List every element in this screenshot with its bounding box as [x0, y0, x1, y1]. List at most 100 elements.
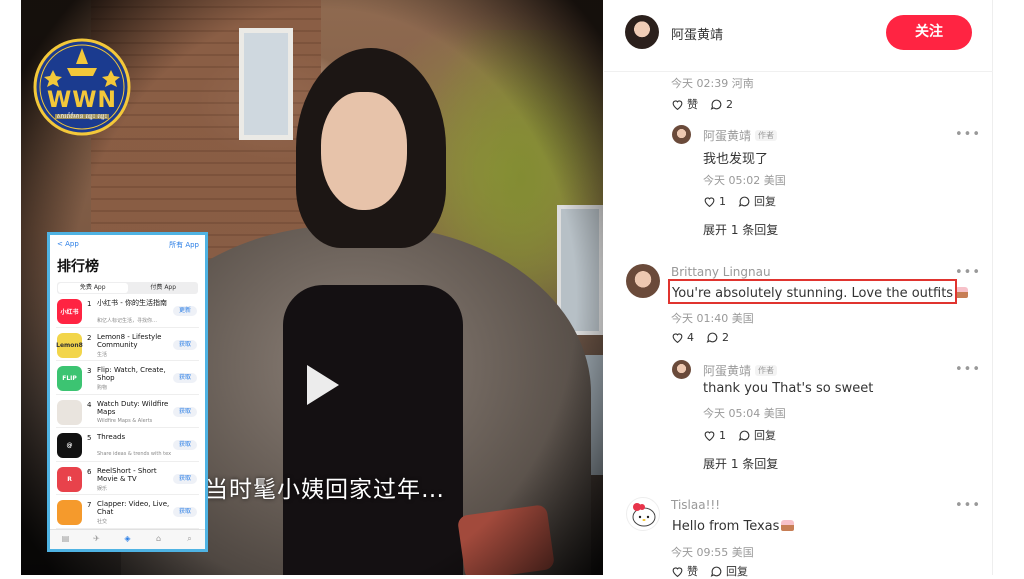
comment-meta: 今天 05:02 美国: [703, 174, 786, 187]
commenter-avatar[interactable]: [672, 125, 691, 144]
app-icon[interactable]: 小红书: [57, 299, 82, 324]
app-name: 小红书 - 你的生活指南: [97, 299, 167, 307]
app-list-row[interactable]: @5 Threads Share ideas & trends with text 获…: [56, 428, 199, 462]
app-list-row[interactable]: 4 Watch Duty: Wildfire Maps Wildfire Maps …: [56, 395, 199, 428]
like-button[interactable]: 1: [703, 427, 726, 443]
app-icon[interactable]: [57, 500, 82, 525]
today-tab-icon[interactable]: ▤: [50, 530, 81, 549]
play-button[interactable]: [289, 355, 349, 415]
app-list-row[interactable]: 7 Clapper: Video, Live, Chat 社交 获取: [56, 495, 199, 529]
commenter-avatar[interactable]: [672, 360, 691, 379]
cake-emoji-icon: [955, 287, 969, 298]
author-avatar[interactable]: [625, 15, 659, 49]
segment-free[interactable]: 免费 App: [58, 283, 128, 293]
author-name[interactable]: 阿蛋黄靖: [671, 24, 723, 43]
comment-text-content: Hello from Texas: [672, 519, 780, 534]
app-icon[interactable]: @: [57, 433, 82, 458]
like-button[interactable]: 1: [703, 193, 726, 209]
app-get-button[interactable]: 获取: [173, 507, 197, 517]
like-button[interactable]: 赞: [671, 96, 698, 112]
app-subtitle: 娱乐: [97, 485, 108, 492]
app-list-row[interactable]: 小红书 1 小红书 - 你的生活指南 和亿人标记生活，寻找你… 更新: [56, 294, 199, 328]
app-subtitle: 购物: [97, 385, 108, 391]
app-rank: 1: [87, 300, 92, 308]
arcade-tab-icon[interactable]: ⌂: [143, 530, 174, 549]
more-options-icon[interactable]: •••: [955, 127, 981, 142]
handbag: [456, 504, 556, 575]
segment-paid[interactable]: 付费 App: [129, 282, 199, 294]
commenter-name[interactable]: 阿蛋黄靖 作者: [703, 362, 778, 379]
logo-text: WWN: [47, 88, 117, 113]
comment-bubble-icon: [706, 332, 718, 343]
app-list-row[interactable]: R 6 ReelShort - Short Movie & TV 娱乐 获取: [56, 462, 199, 495]
app-list: 小红书 1 小红书 - 你的生活指南 和亿人标记生活，寻找你… 更新 Lemon8 2 Lem…: [50, 294, 205, 529]
app-get-button[interactable]: 获取: [173, 406, 197, 417]
commenter-avatar[interactable]: [626, 264, 660, 298]
app-get-button[interactable]: 获取: [173, 440, 197, 450]
comment-actions: 4 2: [671, 331, 729, 344]
app-icon[interactable]: [57, 399, 82, 425]
app-list-row[interactable]: Lemon8 2 Lemon8 - Lifestyle Community 生活 获取: [56, 328, 199, 361]
comment-actions: 1 回复: [703, 427, 776, 443]
all-apps-link[interactable]: 所有 App: [169, 240, 199, 250]
reply-button[interactable]: 2: [710, 96, 733, 112]
app-rank: 2: [87, 333, 92, 342]
app-rank: 5: [87, 434, 92, 442]
app-subtitle: 和亿人标记生活，寻找你…: [97, 318, 158, 324]
app-name: Lemon8 - Lifestyle Community: [97, 332, 162, 349]
follow-button[interactable]: 关注: [886, 15, 972, 50]
play-icon: [307, 365, 339, 405]
charts-title: 排行榜: [57, 259, 99, 275]
app-rank: 6: [87, 467, 92, 476]
apps-tab-icon[interactable]: ◈: [112, 530, 143, 549]
reply-button[interactable]: 回复: [710, 563, 748, 579]
like-count: 4: [687, 331, 694, 344]
games-tab-icon[interactable]: ✈: [81, 530, 112, 549]
comment-bubble-icon: [738, 196, 750, 207]
app-get-button[interactable]: 获取: [173, 473, 197, 484]
background-window: [239, 28, 293, 140]
like-count: 赞: [687, 98, 698, 111]
app-icon[interactable]: FLIP: [57, 366, 82, 391]
reply-button[interactable]: 2: [706, 331, 729, 344]
comment-meta: 今天 09:55 美国: [671, 546, 754, 559]
app-get-button[interactable]: 获取: [173, 373, 197, 383]
reply-button[interactable]: 回复: [738, 193, 776, 209]
video-subtitle: 当时髦小姨回家过年…: [205, 477, 445, 503]
comment-text: Hello from Texas: [672, 519, 795, 534]
reply-count: 2: [726, 97, 733, 111]
comment-text: 我也发现了: [703, 152, 769, 167]
like-button[interactable]: 4: [671, 331, 694, 344]
more-options-icon[interactable]: •••: [955, 498, 981, 513]
app-name: Flip: Watch, Create, Shop: [97, 366, 166, 382]
app-list-row[interactable]: FLIP 3 Flip: Watch, Create, Shop 购物 获取: [56, 361, 199, 395]
reply-button[interactable]: 回复: [738, 427, 776, 443]
commenter-name-text: 阿蛋黄靖: [703, 129, 752, 143]
app-get-button[interactable]: 更新: [173, 306, 197, 316]
heart-icon: [704, 430, 715, 441]
commenter-name[interactable]: Brittany Lingnau: [671, 265, 771, 279]
app-store-tabbar: ▤ ✈ ◈ ⌂ ⌕: [50, 529, 205, 549]
back-link[interactable]: < App: [57, 240, 79, 250]
expand-replies-link[interactable]: 展开 1 条回复: [703, 455, 778, 472]
commenter-name[interactable]: 阿蛋黄靖 作者: [703, 127, 778, 144]
cake-emoji-icon: [781, 520, 795, 531]
app-get-button[interactable]: 获取: [173, 339, 197, 350]
more-options-icon[interactable]: •••: [955, 265, 981, 280]
expand-replies-link[interactable]: 展开 1 条回复: [703, 221, 778, 238]
app-name: Threads: [97, 433, 126, 441]
commenter-name[interactable]: Tislaa!!!: [671, 498, 720, 512]
like-button[interactable]: 赞: [671, 563, 698, 579]
app-name: Watch Duty: Wildfire Maps: [97, 399, 169, 416]
comment-meta: 今天 01:40 美国: [671, 312, 754, 325]
app-icon[interactable]: R: [57, 466, 82, 492]
comment-actions: 赞 2: [671, 96, 733, 112]
reply-label: 回复: [754, 195, 776, 208]
more-options-icon[interactable]: •••: [955, 362, 981, 377]
app-store-topbar: < App 所有 App: [50, 235, 205, 250]
search-tab-icon[interactable]: ⌕: [174, 530, 205, 549]
like-count: 1: [719, 428, 726, 442]
commenter-avatar[interactable]: [626, 497, 660, 531]
app-icon[interactable]: Lemon8: [56, 332, 83, 358]
segment-control[interactable]: 免费 App 付费 App: [57, 282, 198, 294]
